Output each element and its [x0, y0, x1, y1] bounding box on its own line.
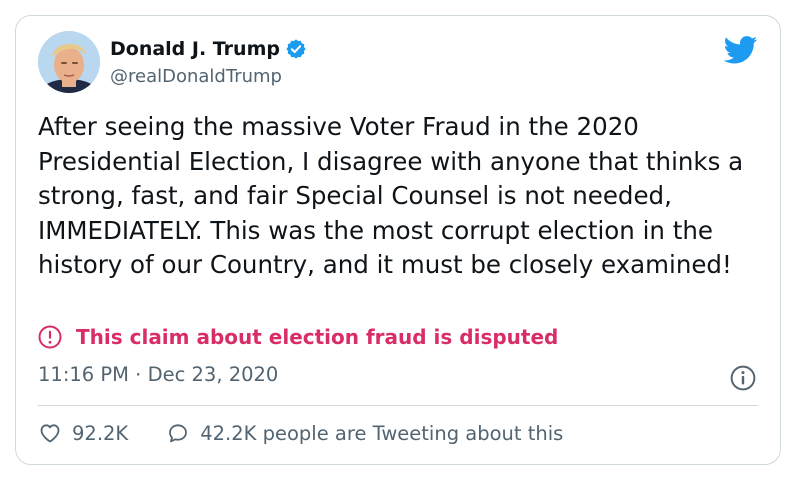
author-display-name[interactable]: Donald J. Trump	[110, 38, 280, 60]
heart-icon	[40, 424, 60, 443]
disputed-claim-text[interactable]: This claim about election fraud is dispu…	[76, 325, 558, 349]
author-handle[interactable]: @realDonaldTrump	[110, 66, 282, 87]
alert-circle-icon	[38, 325, 62, 349]
tweet-stats: 92.2K 42.2K people are Tweeting about th…	[38, 421, 563, 445]
comment-bubble-icon	[169, 424, 188, 443]
conversation-link[interactable]: 42.2K people are Tweeting about this	[166, 421, 563, 445]
conversation-text[interactable]: 42.2K people are Tweeting about this	[200, 422, 563, 445]
divider	[38, 405, 758, 406]
info-icon[interactable]	[730, 365, 756, 391]
verified-badge-icon	[286, 39, 306, 59]
disputed-claim-label[interactable]: This claim about election fraud is dispu…	[38, 325, 558, 349]
like-button[interactable]: 92.2K	[38, 421, 128, 445]
avatar[interactable]	[38, 31, 100, 93]
tweet-text: After seeing the massive Voter Fraud in …	[38, 112, 744, 279]
author-name[interactable]: Donald J. Trump	[110, 38, 307, 60]
tweet-timestamp[interactable]: 11:16 PM · Dec 23, 2020	[38, 363, 278, 386]
tweet-card[interactable]: Donald J. Trump @realDonaldTrump After s…	[15, 15, 781, 465]
twitter-bird-icon[interactable]	[724, 36, 758, 64]
like-count: 92.2K	[72, 421, 129, 445]
